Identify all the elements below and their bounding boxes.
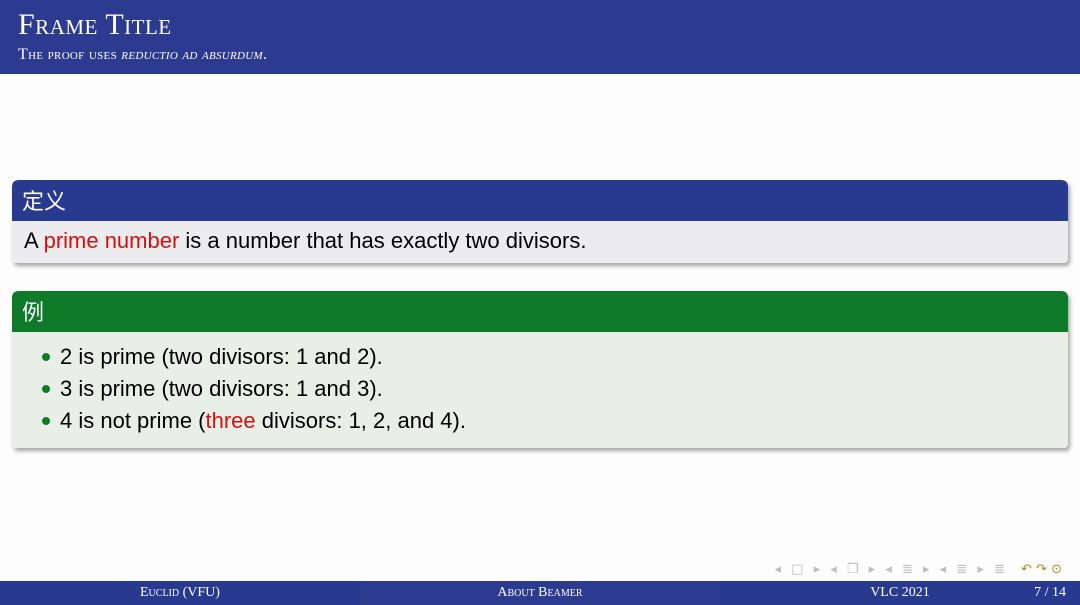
subtitle-italic: reductio ad absurdum <box>121 46 263 63</box>
frame-title: Frame Title <box>18 8 1062 42</box>
nav-symbol-group[interactable]: ◂ □ ▸ ◂ ❐ ▸ ◂ ≣ ▸ ◂ ≣ ▸ ≣ <box>775 562 1008 577</box>
example-list: 2 is prime (two divisors: 1 and 2). 3 is… <box>24 339 1056 439</box>
navigation-symbols[interactable]: ◂ □ ▸ ◂ ❐ ▸ ◂ ≣ ▸ ◂ ≣ ▸ ≣ ↶ ↷ ⊙ <box>775 562 1063 577</box>
spacer <box>12 263 1068 283</box>
footline-author: Euclid (VFU) <box>0 581 360 605</box>
spacer <box>0 74 1080 172</box>
example-body: 2 is prime (two divisors: 1 and 2). 3 is… <box>12 332 1068 448</box>
list-item: 3 is prime (two divisors: 1 and 3). <box>42 373 1056 405</box>
footline-date-text: VLC 2021 <box>870 585 930 601</box>
example-title: 例 <box>12 291 1068 332</box>
subtitle-prefix: The proof uses <box>18 46 121 63</box>
footline-date: VLC 2021 7 / 14 <box>720 581 1080 605</box>
content-area: 定义 A prime number is a number that has e… <box>0 180 1080 448</box>
definition-body: A prime number is a number that has exac… <box>12 221 1068 263</box>
example-block: 例 2 is prime (two divisors: 1 and 2). 3 … <box>12 291 1068 448</box>
footline-title-text: About Beamer <box>497 585 582 601</box>
item-alert-text: three <box>206 408 256 433</box>
definition-alert-text: prime number <box>44 228 180 253</box>
item-text: 3 is prime (two divisors: 1 and 3). <box>60 376 383 401</box>
footline-author-text: Euclid (VFU) <box>140 585 220 601</box>
footline-page: 7 / 14 <box>1034 585 1066 601</box>
definition-text-suffix: is a number that has exactly two divisor… <box>179 228 586 253</box>
footline-title: About Beamer <box>360 581 720 605</box>
definition-text-prefix: A <box>24 228 44 253</box>
footline: Euclid (VFU) About Beamer VLC 2021 7 / 1… <box>0 581 1080 605</box>
definition-title: 定义 <box>12 180 1068 221</box>
frame-subtitle: The proof uses reductio ad absurdum. <box>18 46 1062 64</box>
definition-block: 定义 A prime number is a number that has e… <box>12 180 1068 263</box>
frame-header: Frame Title The proof uses reductio ad a… <box>0 0 1080 74</box>
list-item: 2 is prime (two divisors: 1 and 2). <box>42 341 1056 373</box>
nav-undo-group[interactable]: ↶ ↷ ⊙ <box>1015 562 1062 577</box>
list-item: 4 is not prime (three divisors: 1, 2, an… <box>42 405 1056 437</box>
item-text-prefix: 4 is not prime ( <box>60 408 206 433</box>
item-text-suffix: divisors: 1, 2, and 4). <box>256 408 466 433</box>
item-text: 2 is prime (two divisors: 1 and 2). <box>60 344 383 369</box>
subtitle-suffix: . <box>263 46 267 63</box>
